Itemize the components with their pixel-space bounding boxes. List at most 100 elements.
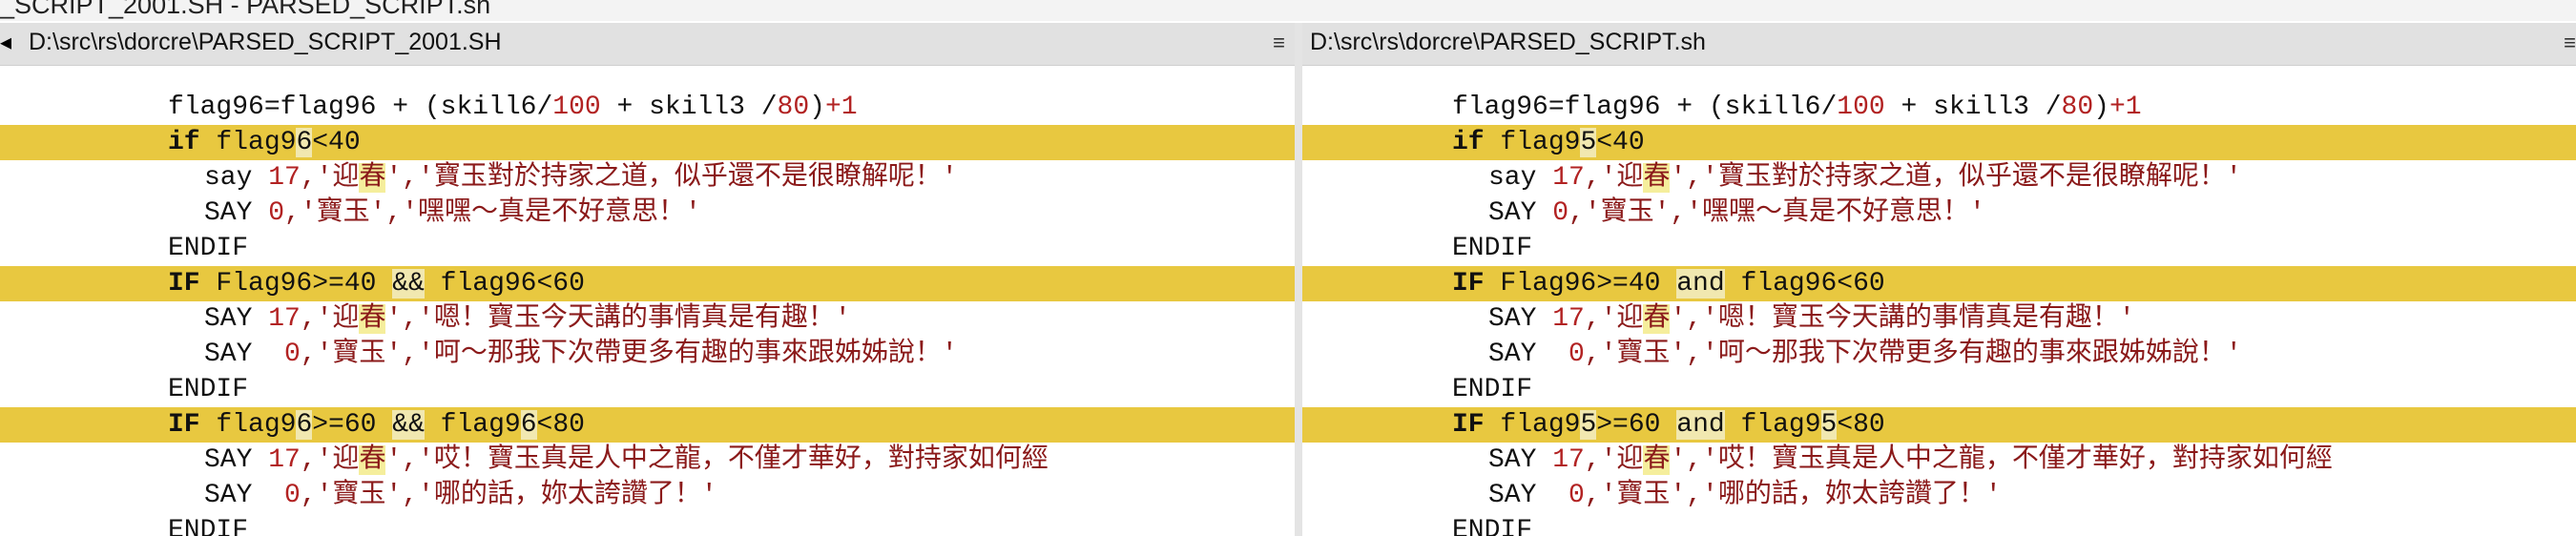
code-line[interactable]: say 17,'迎春','寶玉對於持家之道，似乎還不是很瞭解呢！' (0, 160, 1295, 196)
code-string: ,'迎 (1584, 304, 1644, 334)
code-line[interactable]: ENDIF (0, 513, 1295, 536)
code-line-changed[interactable]: IF Flag96>=40 && flag96<60 (0, 266, 1295, 301)
code-number: 80 (2061, 93, 2094, 122)
code-line[interactable]: SAY 0,'寶玉','嘿嘿～真是不好意思！' (1302, 196, 2576, 231)
code-line[interactable]: SAY 17,'迎春','嗯！寶玉今天講的事情真是有趣！' (0, 301, 1295, 337)
code-text: flag96=flag96 + (skill6/ (168, 93, 553, 122)
code-line[interactable]: ENDIF (1302, 513, 2576, 536)
match-highlight: 春 (359, 163, 386, 193)
code-line[interactable]: ENDIF (0, 372, 1295, 407)
code-line[interactable]: SAY 0,'寶玉','呵～那我下次帶更多有趣的事來跟姊姊說！' (1302, 337, 2576, 372)
keyword: IF (168, 410, 200, 440)
code-number: 100 (552, 93, 601, 122)
code-string: ,'寶玉','嘿嘿～真是不好意思！' (284, 198, 701, 228)
keyword: if (1452, 128, 1485, 157)
code-number: 100 (1837, 93, 1885, 122)
match-highlight: 春 (359, 445, 386, 475)
code-number: 0 (284, 481, 301, 510)
changed-operator: and (1676, 410, 1725, 440)
code-text: Flag96>=40 (1484, 269, 1677, 299)
changed-operator: and (1676, 269, 1725, 299)
code-text: ENDIF (1452, 516, 1533, 536)
code-line-changed[interactable]: IF Flag96>=40 and flag96<60 (1302, 266, 2576, 301)
match-highlight: 春 (359, 304, 386, 334)
right-pane-header: D:\src\rs\dorcre\PARSED_SCRIPT.sh ≡ (1302, 23, 2576, 66)
code-text: SAY (204, 304, 269, 334)
code-text: >=60 (1596, 410, 1677, 440)
code-line[interactable]: ENDIF (0, 231, 1295, 266)
code-line[interactable]: SAY 0,'寶玉','哪的話，妳太誇讚了！' (0, 478, 1295, 513)
match-highlight: 春 (1643, 304, 1671, 334)
code-line-changed[interactable]: IF flag95>=60 and flag95<80 (1302, 407, 2576, 443)
collapse-arrow-icon[interactable]: ◂ (0, 29, 11, 56)
code-text: SAY (204, 198, 269, 228)
code-string: ,'迎 (1584, 163, 1644, 193)
right-file-path: D:\src\rs\dorcre\PARSED_SCRIPT.sh (1310, 29, 1706, 55)
code-text: SAY (1488, 340, 1569, 369)
changed-char: 5 (1580, 410, 1597, 440)
code-number: 0 (1552, 198, 1569, 228)
code-line[interactable]: say 17,'迎春','寶玉對於持家之道，似乎還不是很瞭解呢！' (1302, 160, 2576, 196)
code-text: flag9 (424, 410, 521, 440)
code-text: ) (2093, 93, 2109, 122)
left-code-view[interactable]: flag96=flag96 + (skill6/100 + skill3 /80… (0, 90, 1295, 536)
code-line[interactable]: SAY 17,'迎春','嗯！寶玉今天講的事情真是有趣！' (1302, 301, 2576, 337)
code-line[interactable]: SAY 0,'寶玉','嘿嘿～真是不好意思！' (0, 196, 1295, 231)
changed-operator: && (392, 269, 425, 299)
code-text: SAY (204, 481, 285, 510)
code-text: ENDIF (168, 516, 249, 536)
left-file-path: D:\src\rs\dorcre\PARSED_SCRIPT_2001.SH (29, 29, 502, 55)
code-text: <40 (1596, 128, 1645, 157)
pane-splitter[interactable] (1295, 23, 1302, 536)
code-text: ENDIF (1452, 375, 1533, 404)
code-text: + skill3 / (1884, 93, 2062, 122)
code-string: ','嗯！寶玉今天講的事情真是有趣！' (385, 304, 851, 334)
left-pane-menu-icon[interactable]: ≡ (1273, 31, 1285, 55)
code-number: 0 (284, 340, 301, 369)
keyword: IF (1452, 410, 1485, 440)
code-line-changed[interactable]: IF flag96>=60 && flag96<80 (0, 407, 1295, 443)
code-text: SAY (1488, 445, 1553, 475)
code-number: 17 (268, 163, 301, 193)
left-pane-header: ◂ D:\src\rs\dorcre\PARSED_SCRIPT_2001.SH… (0, 23, 1295, 66)
code-string: ,'迎 (300, 445, 360, 475)
code-text: flag9 (1484, 128, 1581, 157)
code-line[interactable]: SAY 0,'寶玉','哪的話，妳太誇讚了！' (1302, 478, 2576, 513)
code-line[interactable]: SAY 17,'迎春','哎！寶玉真是人中之龍，不僅才華好，對持家如何經 (0, 443, 1295, 478)
code-line[interactable]: flag96=flag96 + (skill6/100 + skill3 /80… (1302, 90, 2576, 125)
code-string: ','哎！寶玉真是人中之龍，不僅才華好，對持家如何經 (1670, 445, 2333, 475)
code-string: ','嗯！寶玉今天講的事情真是有趣！' (1670, 304, 2135, 334)
code-number: 17 (1552, 445, 1585, 475)
code-text: ENDIF (168, 234, 249, 263)
keyword: if (168, 128, 200, 157)
code-number: 80 (777, 93, 810, 122)
code-line[interactable]: SAY 17,'迎春','哎！寶玉真是人中之龍，不僅才華好，對持家如何經 (1302, 443, 2576, 478)
code-text: flag9 (199, 410, 297, 440)
code-string: ,'寶玉','哪的話，妳太誇讚了！' (1584, 481, 2002, 510)
code-text: say (204, 163, 269, 193)
code-text: ENDIF (168, 375, 249, 404)
match-highlight: 春 (1643, 445, 1671, 475)
code-string: ','寶玉對於持家之道，似乎還不是很瞭解呢！' (385, 163, 958, 193)
code-string: ,'迎 (300, 304, 360, 334)
code-text: SAY (1488, 481, 1569, 510)
code-text: <80 (536, 410, 585, 440)
code-line-changed[interactable]: if flag96<40 (0, 125, 1295, 160)
code-text: SAY (1488, 198, 1553, 228)
right-diff-pane[interactable]: D:\src\rs\dorcre\PARSED_SCRIPT.sh ≡ flag… (1302, 23, 2576, 536)
code-line-changed[interactable]: if flag95<40 (1302, 125, 2576, 160)
code-line[interactable]: flag96=flag96 + (skill6/100 + skill3 /80… (0, 90, 1295, 125)
code-number: 17 (268, 445, 301, 475)
code-string: ,'寶玉','嘿嘿～真是不好意思！' (1568, 198, 1985, 228)
code-text: SAY (204, 340, 285, 369)
changed-char: 6 (296, 128, 313, 157)
right-code-view[interactable]: flag96=flag96 + (skill6/100 + skill3 /80… (1302, 90, 2576, 536)
code-line[interactable]: SAY 0,'寶玉','呵～那我下次帶更多有趣的事來跟姊姊說！' (0, 337, 1295, 372)
right-pane-menu-icon[interactable]: ≡ (2564, 31, 2576, 55)
code-line[interactable]: ENDIF (1302, 231, 2576, 266)
code-number: +1 (2109, 93, 2142, 122)
code-line[interactable]: ENDIF (1302, 372, 2576, 407)
code-string: ,'寶玉','呵～那我下次帶更多有趣的事來跟姊姊說！' (300, 340, 958, 369)
code-string: ','寶玉對於持家之道，似乎還不是很瞭解呢！' (1670, 163, 2242, 193)
left-diff-pane[interactable]: ◂ D:\src\rs\dorcre\PARSED_SCRIPT_2001.SH… (0, 23, 1295, 536)
